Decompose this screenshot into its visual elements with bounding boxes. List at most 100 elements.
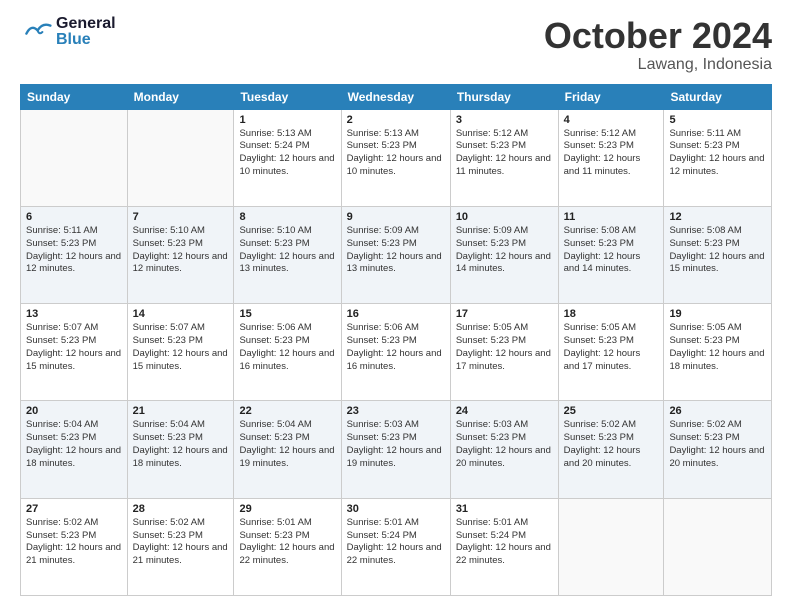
day-number: 17 [456, 308, 553, 320]
calendar-cell: 13 Sunrise: 5:07 AMSunset: 5:23 PMDayligh… [21, 304, 128, 401]
calendar-cell: 29 Sunrise: 5:01 AMSunset: 5:23 PMDayligh… [234, 498, 341, 595]
day-info: Sunrise: 5:13 AMSunset: 5:24 PMDaylight:… [239, 128, 335, 179]
day-number: 1 [239, 114, 335, 126]
day-number: 30 [347, 503, 445, 515]
calendar-cell: 17 Sunrise: 5:05 AMSunset: 5:23 PMDayligh… [450, 304, 558, 401]
col-thursday: Thursday [450, 84, 558, 109]
calendar-cell: 21 Sunrise: 5:04 AMSunset: 5:23 PMDayligh… [127, 401, 234, 498]
day-info: Sunrise: 5:03 AMSunset: 5:23 PMDaylight:… [456, 419, 553, 470]
day-info: Sunrise: 5:02 AMSunset: 5:23 PMDaylight:… [564, 419, 659, 470]
calendar-cell: 5 Sunrise: 5:11 AMSunset: 5:23 PMDaylight… [664, 109, 772, 206]
calendar-cell: 4Sunrise: 5:12 AMSunset: 5:23 PMDaylight… [558, 109, 664, 206]
col-tuesday: Tuesday [234, 84, 341, 109]
day-number: 9 [347, 211, 445, 223]
location: Lawang, Indonesia [544, 56, 772, 74]
day-number: 15 [239, 308, 335, 320]
col-saturday: Saturday [664, 84, 772, 109]
day-number: 29 [239, 503, 335, 515]
day-info: Sunrise: 5:09 AMSunset: 5:23 PMDaylight:… [456, 225, 553, 276]
calendar-cell: 26 Sunrise: 5:02 AMSunset: 5:23 PMDayligh… [664, 401, 772, 498]
month-title: October 2024 [544, 16, 772, 56]
day-number: 12 [669, 211, 766, 223]
calendar-cell [21, 109, 128, 206]
calendar-cell: 10 Sunrise: 5:09 AMSunset: 5:23 PMDayligh… [450, 206, 558, 303]
day-number: 25 [564, 405, 659, 417]
calendar-week-row-2: 6 Sunrise: 5:11 AMSunset: 5:23 PMDaylight… [21, 206, 772, 303]
calendar-cell [127, 109, 234, 206]
day-info: Sunrise: 5:12 AMSunset: 5:23 PMDaylight:… [456, 128, 553, 179]
day-info: Sunrise: 5:10 AMSunset: 5:23 PMDaylight:… [239, 225, 335, 276]
day-number: 7 [133, 211, 229, 223]
day-info: Sunrise: 5:10 AMSunset: 5:23 PMDaylight:… [133, 225, 229, 276]
day-number: 27 [26, 503, 122, 515]
col-wednesday: Wednesday [341, 84, 450, 109]
calendar-cell: 11Sunrise: 5:08 AMSunset: 5:23 PMDayligh… [558, 206, 664, 303]
day-info: Sunrise: 5:05 AMSunset: 5:23 PMDaylight:… [669, 322, 766, 373]
calendar-cell: 9 Sunrise: 5:09 AMSunset: 5:23 PMDaylight… [341, 206, 450, 303]
day-number: 28 [133, 503, 229, 515]
calendar-cell: 16 Sunrise: 5:06 AMSunset: 5:23 PMDayligh… [341, 304, 450, 401]
day-number: 5 [669, 114, 766, 126]
day-number: 10 [456, 211, 553, 223]
calendar-cell [664, 498, 772, 595]
day-info: Sunrise: 5:11 AMSunset: 5:23 PMDaylight:… [669, 128, 766, 179]
day-info: Sunrise: 5:02 AMSunset: 5:23 PMDaylight:… [669, 419, 766, 470]
title-block: October 2024 Lawang, Indonesia [544, 16, 772, 74]
day-info: Sunrise: 5:01 AMSunset: 5:24 PMDaylight:… [456, 517, 553, 568]
day-info: Sunrise: 5:06 AMSunset: 5:23 PMDaylight:… [239, 322, 335, 373]
day-number: 26 [669, 405, 766, 417]
day-number: 19 [669, 308, 766, 320]
day-info: Sunrise: 5:05 AMSunset: 5:23 PMDaylight:… [564, 322, 659, 373]
calendar-week-row-4: 20 Sunrise: 5:04 AMSunset: 5:23 PMDayligh… [21, 401, 772, 498]
day-info: Sunrise: 5:08 AMSunset: 5:23 PMDaylight:… [669, 225, 766, 276]
calendar-cell: 31Sunrise: 5:01 AMSunset: 5:24 PMDayligh… [450, 498, 558, 595]
calendar-cell: 24 Sunrise: 5:03 AMSunset: 5:23 PMDayligh… [450, 401, 558, 498]
calendar-cell: 23 Sunrise: 5:03 AMSunset: 5:23 PMDayligh… [341, 401, 450, 498]
calendar-cell: 14Sunrise: 5:07 AMSunset: 5:23 PMDayligh… [127, 304, 234, 401]
day-number: 2 [347, 114, 445, 126]
calendar-cell: 12 Sunrise: 5:08 AMSunset: 5:23 PMDayligh… [664, 206, 772, 303]
day-number: 22 [239, 405, 335, 417]
day-number: 24 [456, 405, 553, 417]
day-number: 16 [347, 308, 445, 320]
calendar-cell: 22 Sunrise: 5:04 AMSunset: 5:23 PMDayligh… [234, 401, 341, 498]
calendar-cell: 20Sunrise: 5:04 AMSunset: 5:23 PMDayligh… [21, 401, 128, 498]
day-number: 23 [347, 405, 445, 417]
day-number: 8 [239, 211, 335, 223]
day-info: Sunrise: 5:03 AMSunset: 5:23 PMDaylight:… [347, 419, 445, 470]
day-info: Sunrise: 5:07 AMSunset: 5:23 PMDaylight:… [133, 322, 229, 373]
calendar-cell: 3 Sunrise: 5:12 AMSunset: 5:23 PMDaylight… [450, 109, 558, 206]
day-info: Sunrise: 5:09 AMSunset: 5:23 PMDaylight:… [347, 225, 445, 276]
calendar-week-row-5: 27 Sunrise: 5:02 AMSunset: 5:23 PMDayligh… [21, 498, 772, 595]
logo-icon [20, 16, 52, 48]
calendar-cell: 30Sunrise: 5:01 AMSunset: 5:24 PMDayligh… [341, 498, 450, 595]
col-monday: Monday [127, 84, 234, 109]
day-number: 6 [26, 211, 122, 223]
day-number: 20 [26, 405, 122, 417]
day-info: Sunrise: 5:05 AMSunset: 5:23 PMDaylight:… [456, 322, 553, 373]
calendar-cell: 2Sunrise: 5:13 AMSunset: 5:23 PMDaylight… [341, 109, 450, 206]
calendar-table: Sunday Monday Tuesday Wednesday Thursday… [20, 84, 772, 596]
page: General Blue October 2024 Lawang, Indone… [0, 0, 792, 612]
calendar-week-row-1: 1 Sunrise: 5:13 AMSunset: 5:24 PMDaylight… [21, 109, 772, 206]
logo-blue-text: Blue [56, 32, 116, 48]
day-info: Sunrise: 5:02 AMSunset: 5:23 PMDaylight:… [26, 517, 122, 568]
col-sunday: Sunday [21, 84, 128, 109]
calendar-cell: 27 Sunrise: 5:02 AMSunset: 5:23 PMDayligh… [21, 498, 128, 595]
logo-name: General Blue [56, 16, 116, 48]
day-number: 13 [26, 308, 122, 320]
calendar-week-row-3: 13 Sunrise: 5:07 AMSunset: 5:23 PMDayligh… [21, 304, 772, 401]
day-info: Sunrise: 5:11 AMSunset: 5:23 PMDaylight:… [26, 225, 122, 276]
calendar-cell: 7 Sunrise: 5:10 AMSunset: 5:23 PMDaylight… [127, 206, 234, 303]
header: General Blue October 2024 Lawang, Indone… [20, 16, 772, 74]
day-info: Sunrise: 5:08 AMSunset: 5:23 PMDaylight:… [564, 225, 659, 276]
day-number: 21 [133, 405, 229, 417]
day-info: Sunrise: 5:07 AMSunset: 5:23 PMDaylight:… [26, 322, 122, 373]
day-number: 4 [564, 114, 659, 126]
day-info: Sunrise: 5:06 AMSunset: 5:23 PMDaylight:… [347, 322, 445, 373]
day-info: Sunrise: 5:01 AMSunset: 5:23 PMDaylight:… [239, 517, 335, 568]
day-info: Sunrise: 5:04 AMSunset: 5:23 PMDaylight:… [133, 419, 229, 470]
logo-general-text: General [56, 16, 116, 32]
day-info: Sunrise: 5:04 AMSunset: 5:23 PMDaylight:… [239, 419, 335, 470]
day-number: 3 [456, 114, 553, 126]
